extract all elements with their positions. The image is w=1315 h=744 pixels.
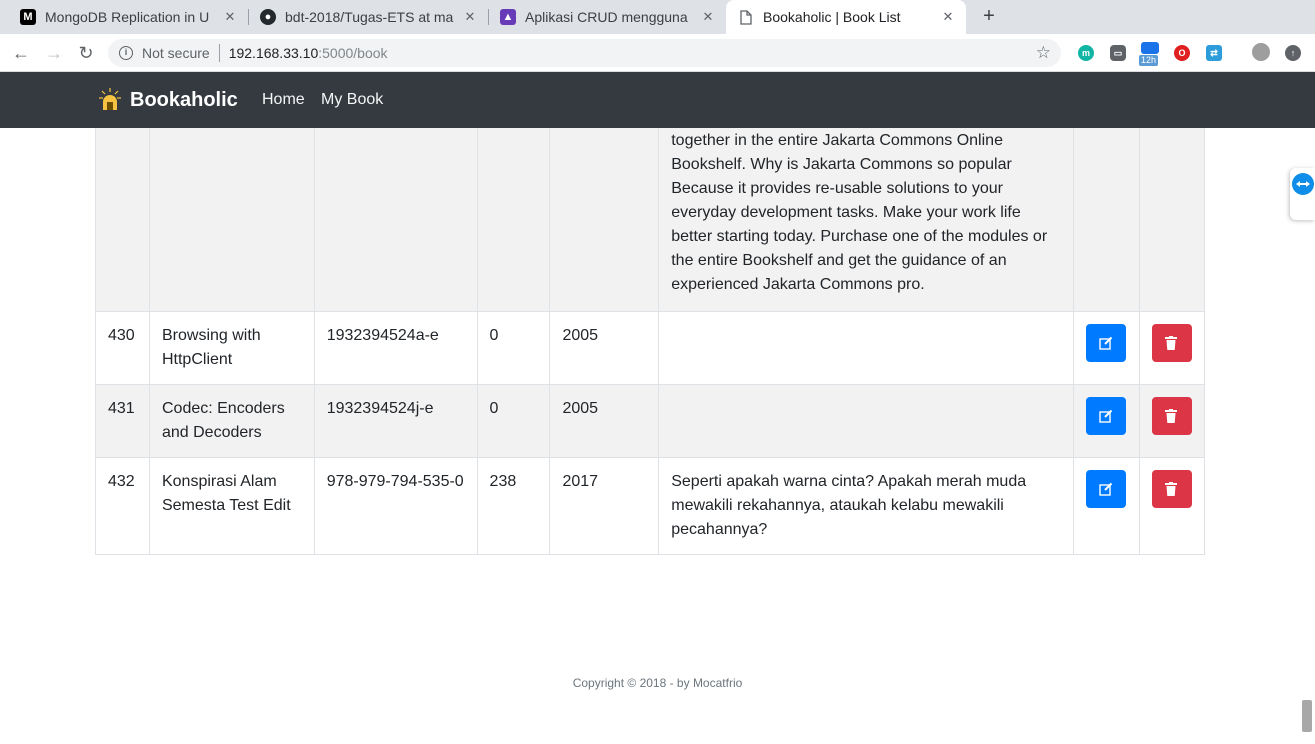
address-bar[interactable]: i Not secure 192.168.33.10 :5000/book ☆ <box>108 39 1061 67</box>
extension-translate-icon[interactable]: ⇄ <box>1206 45 1222 61</box>
new-tab-button[interactable]: + <box>977 4 1001 28</box>
url-path: :5000/book <box>318 45 388 61</box>
teamviewer-widget[interactable] <box>1290 168 1315 220</box>
cell-title <box>148 128 315 312</box>
medium-icon: M <box>20 9 36 25</box>
edit-button[interactable] <box>1085 470 1126 508</box>
cell-delete <box>1138 311 1206 385</box>
book-table: together in the entire Jakarta Commons O… <box>95 128 1206 555</box>
table-row: 431 Codec: Encoders and Decoders 1932394… <box>95 384 1206 458</box>
browser-tab-active[interactable]: Bookaholic | Book List ✕ <box>726 0 966 34</box>
cell-edit <box>1072 128 1140 312</box>
cell-title: Codec: Encoders and Decoders <box>148 384 315 458</box>
cell-pages: 0 <box>476 384 551 458</box>
tab-title: MongoDB Replication in U <box>45 9 210 25</box>
url-host: 192.168.33.10 <box>228 45 319 61</box>
brand[interactable]: Bookaholic <box>99 88 238 112</box>
table-row: 430 Browsing with HttpClient 1932394524a… <box>95 311 1206 385</box>
close-icon[interactable]: ✕ <box>462 9 478 25</box>
cell-id <box>95 128 150 312</box>
nav-my-book-link[interactable]: My Book <box>321 91 383 109</box>
bookmark-star-icon[interactable]: ☆ <box>1036 43 1051 63</box>
cell-year: 2005 <box>549 384 660 458</box>
address-divider <box>218 44 220 62</box>
edit-icon <box>1099 336 1113 350</box>
cell-title: Konspirasi Alam Semesta Test Edit <box>148 457 315 555</box>
back-icon[interactable]: ← <box>9 41 33 65</box>
cell-isbn: 1932394524a-e <box>313 311 478 385</box>
app-icon: ▲ <box>500 9 516 25</box>
table-row: together in the entire Jakarta Commons O… <box>95 128 1206 312</box>
cell-edit <box>1072 384 1140 458</box>
close-icon[interactable]: ✕ <box>222 9 238 25</box>
edit-button[interactable] <box>1085 397 1126 435</box>
profile-avatar[interactable] <box>1252 43 1270 61</box>
cell-edit <box>1072 457 1140 555</box>
cell-delete <box>1138 128 1206 312</box>
extension-m-icon[interactable]: m <box>1078 45 1094 61</box>
cell-delete <box>1138 384 1206 458</box>
cell-title: Browsing with HttpClient <box>148 311 315 385</box>
forward-icon[interactable]: → <box>42 41 66 65</box>
edit-icon <box>1099 409 1113 423</box>
browser-tab[interactable]: M MongoDB Replication in U ✕ <box>8 0 248 34</box>
app-navbar: Bookaholic Home My Book <box>0 72 1315 128</box>
cell-description: together in the entire Jakarta Commons O… <box>658 128 1074 312</box>
footer-copyright: Copyright © 2018 - by Mocatfrio <box>572 676 743 690</box>
cell-year <box>549 128 660 312</box>
teamviewer-icon <box>1292 173 1314 195</box>
browser-toolbar: ← → ↻ i Not secure 192.168.33.10 :5000/b… <box>0 34 1315 72</box>
delete-button[interactable] <box>1151 470 1192 508</box>
tab-title: bdt-2018/Tugas-ETS at ma <box>285 9 454 25</box>
page-scrollbar-thumb[interactable] <box>1302 700 1312 732</box>
browser-tab[interactable]: ● bdt-2018/Tugas-ETS at ma ✕ <box>248 0 488 34</box>
page-icon <box>738 9 754 25</box>
trash-icon <box>1164 409 1177 423</box>
extension-badge: 12h <box>1139 55 1159 66</box>
update-icon[interactable]: ↑ <box>1285 45 1301 61</box>
table-row: 432 Konspirasi Alam Semesta Test Edit 97… <box>95 457 1206 555</box>
cell-description <box>658 311 1074 385</box>
cell-id: 431 <box>95 384 150 458</box>
cell-description: Seperti apakah warna cinta? Apakah merah… <box>658 457 1074 555</box>
cell-delete <box>1138 457 1206 555</box>
edit-button[interactable] <box>1085 324 1126 362</box>
trash-icon <box>1164 482 1177 496</box>
github-icon: ● <box>260 9 276 25</box>
info-icon[interactable]: i <box>119 46 133 60</box>
close-icon[interactable]: ✕ <box>940 9 956 25</box>
tab-title: Bookaholic | Book List <box>763 9 901 25</box>
trash-icon <box>1164 336 1177 350</box>
cell-id: 432 <box>95 457 150 555</box>
cell-edit <box>1072 311 1140 385</box>
delete-button[interactable] <box>1151 397 1192 435</box>
browser-tab[interactable]: ▲ Aplikasi CRUD mengguna ✕ <box>488 0 726 34</box>
cell-isbn <box>313 128 478 312</box>
extension-opera-icon[interactable]: O <box>1174 45 1190 61</box>
cell-pages: 238 <box>476 457 551 555</box>
nav-home-link[interactable]: Home <box>262 91 305 109</box>
close-icon[interactable]: ✕ <box>700 9 716 25</box>
reload-icon[interactable]: ↻ <box>74 41 98 65</box>
security-label[interactable]: Not secure <box>142 45 210 61</box>
cell-year: 2017 <box>549 457 660 555</box>
tab-title: Aplikasi CRUD mengguna <box>525 9 688 25</box>
cell-isbn: 978-979-794-535-0 <box>313 457 478 555</box>
delete-button[interactable] <box>1151 324 1192 362</box>
cell-id: 430 <box>95 311 150 385</box>
extension-chat-icon[interactable]: ▭ <box>1110 45 1126 61</box>
cell-year: 2005 <box>549 311 660 385</box>
brand-name: Bookaholic <box>130 88 238 111</box>
cell-isbn: 1932394524j-e <box>313 384 478 458</box>
extension-timer-icon[interactable] <box>1141 42 1159 54</box>
edit-icon <box>1099 482 1113 496</box>
browser-tab-strip: M MongoDB Replication in U ✕ ● bdt-2018/… <box>0 0 1315 34</box>
cell-description <box>658 384 1074 458</box>
bookaholic-logo-icon <box>99 88 121 112</box>
cell-pages <box>476 128 551 312</box>
cell-pages: 0 <box>476 311 551 385</box>
